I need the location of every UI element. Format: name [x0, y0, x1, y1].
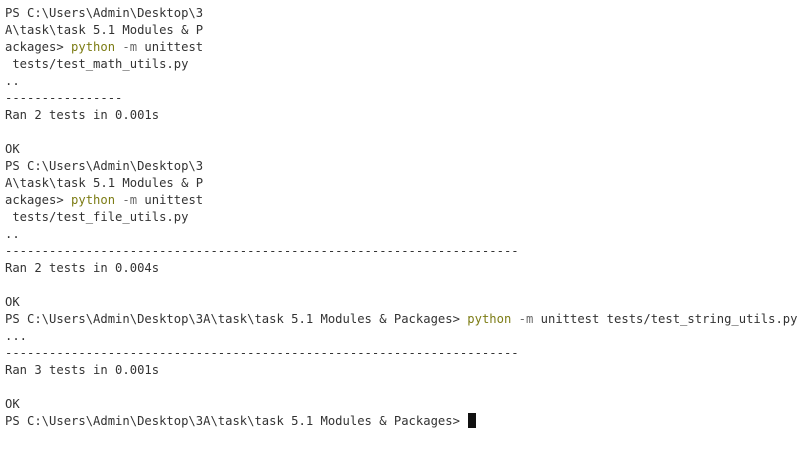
- terminal-line: A\task\task 5.1 Modules & P: [5, 22, 805, 39]
- output-text: ----------------------------------------…: [5, 346, 519, 360]
- terminal-line: Ran 2 tests in 0.004s: [5, 260, 805, 277]
- terminal-line: ...: [5, 328, 805, 345]
- output-text: Ran 2 tests in 0.004s: [5, 261, 160, 275]
- text-cursor: [468, 413, 477, 428]
- output-text: ----------------------------------------…: [5, 244, 519, 258]
- output-text: A\task\task 5.1 Modules & P: [5, 23, 204, 37]
- terminal-line: ----------------------------------------…: [5, 345, 805, 362]
- terminal-output[interactable]: PS C:\Users\Admin\Desktop\3 A\task\task 5…: [5, 5, 805, 430]
- flag-token: -m: [115, 193, 138, 207]
- output-text: Ran 2 tests in 0.001s: [5, 108, 160, 122]
- output-text: tests/test_file_utils.py: [5, 210, 189, 224]
- output-text: PS C:\Users\Admin\Desktop\3A\task\task 5…: [5, 312, 468, 326]
- output-text: PS C:\Users\Admin\Desktop\3: [5, 159, 204, 173]
- terminal-line: PS C:\Users\Admin\Desktop\3: [5, 5, 805, 22]
- terminal-line: tests/test_math_utils.py: [5, 56, 805, 73]
- terminal-line: PS C:\Users\Admin\Desktop\3A\task\task 5…: [5, 311, 805, 328]
- command-token: python: [71, 193, 116, 207]
- terminal-line: OK: [5, 294, 805, 311]
- output-text: ...: [5, 329, 28, 343]
- output-text: tests/test_math_utils.py: [5, 57, 189, 71]
- flag-token: -m: [511, 312, 534, 326]
- output-text: A\task\task 5.1 Modules & P: [5, 176, 204, 190]
- terminal-line: ----------------------------------------…: [5, 243, 805, 260]
- terminal-line: PS C:\Users\Admin\Desktop\3: [5, 158, 805, 175]
- output-text: PS C:\Users\Admin\Desktop\3A\task\task 5…: [5, 414, 468, 428]
- output-text: ..: [5, 227, 20, 241]
- output-text: ackages>: [5, 193, 72, 207]
- terminal-line: PS C:\Users\Admin\Desktop\3A\task\task 5…: [5, 413, 805, 430]
- flag-token: -m: [115, 40, 138, 54]
- terminal-line: OK: [5, 396, 805, 413]
- output-text: OK: [5, 397, 20, 411]
- terminal-line: ..: [5, 73, 805, 90]
- output-text: ackages>: [5, 40, 72, 54]
- output-text: OK: [5, 142, 20, 156]
- output-text: PS C:\Users\Admin\Desktop\3: [5, 6, 204, 20]
- terminal-line: A\task\task 5.1 Modules & P: [5, 175, 805, 192]
- terminal-line: ----------------: [5, 90, 805, 107]
- output-text: OK: [5, 295, 20, 309]
- output-text: ..: [5, 74, 20, 88]
- command-token: python: [467, 312, 512, 326]
- output-text: ----------------: [5, 91, 123, 105]
- terminal-line: Ran 2 tests in 0.001s: [5, 107, 805, 124]
- terminal-line: Ran 3 tests in 0.001s: [5, 362, 805, 379]
- terminal-line: tests/test_file_utils.py: [5, 209, 805, 226]
- command-token: python: [71, 40, 116, 54]
- terminal-line: ackages> python -m unittest: [5, 39, 805, 56]
- output-text: unittest tests/test_string_utils.py: [533, 312, 798, 326]
- terminal-line: OK: [5, 141, 805, 158]
- output-text: Ran 3 tests in 0.001s: [5, 363, 160, 377]
- terminal-line: ..: [5, 226, 805, 243]
- output-text: unittest: [137, 193, 204, 207]
- output-text: unittest: [137, 40, 204, 54]
- terminal-line: ackages> python -m unittest: [5, 192, 805, 209]
